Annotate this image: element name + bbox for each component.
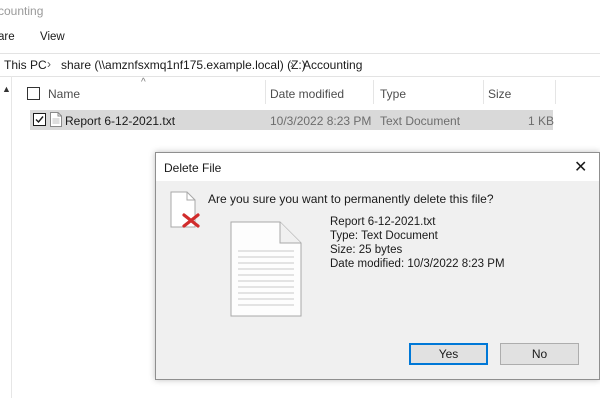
dialog-title-bar[interactable]: Delete File ✕ <box>156 153 599 181</box>
column-header-name[interactable]: Name <box>48 87 80 101</box>
dialog-file-size: Size: 25 bytes <box>330 244 403 256</box>
file-date-modified: 10/3/2022 8:23 PM <box>270 114 372 128</box>
address-bar[interactable]: This PC › share (\\amznfsxmq1nf175.examp… <box>0 53 600 77</box>
navigation-pane[interactable] <box>0 76 12 398</box>
ribbon-tab-view[interactable]: View <box>40 31 65 43</box>
column-divider[interactable] <box>373 80 374 104</box>
yes-button[interactable]: Yes <box>409 343 488 365</box>
column-header-size[interactable]: Size <box>488 87 511 101</box>
file-type: Text Document <box>380 114 461 128</box>
breadcrumb-this-pc[interactable]: This PC <box>4 58 47 72</box>
breadcrumb-accounting[interactable]: Accounting <box>303 58 362 72</box>
column-divider[interactable] <box>555 80 556 104</box>
sort-ascending-icon: ^ <box>141 77 146 88</box>
column-header-date[interactable]: Date modified <box>270 87 344 101</box>
delete-file-dialog: Delete File ✕ Are you sure you want to p… <box>155 152 600 380</box>
ribbon: are View <box>0 24 600 48</box>
scroll-up-icon[interactable]: ▲ <box>2 84 11 94</box>
column-divider[interactable] <box>265 80 266 104</box>
dialog-file-name: Report 6-12-2021.txt <box>330 216 436 228</box>
breadcrumb-chevron-icon[interactable]: › <box>47 57 51 71</box>
select-all-checkbox[interactable] <box>27 87 40 100</box>
text-file-icon <box>50 112 62 130</box>
dialog-file-date: Date modified: 10/3/2022 8:23 PM <box>330 258 505 270</box>
column-header-type[interactable]: Type <box>380 87 406 101</box>
breadcrumb-share[interactable]: share (\\amznfsxmq1nf175.example.local) … <box>61 58 306 72</box>
window-title: counting <box>0 4 44 18</box>
close-icon[interactable]: ✕ <box>574 157 587 177</box>
no-button[interactable]: No <box>500 343 579 365</box>
ribbon-tab-share[interactable]: are <box>0 31 15 43</box>
dialog-message: Are you sure you want to permanently del… <box>208 192 494 206</box>
column-header-row: Name ^ Date modified Type Size <box>11 77 556 106</box>
dialog-title: Delete File <box>164 161 222 175</box>
row-checkbox[interactable] <box>33 113 46 126</box>
column-divider[interactable] <box>483 80 484 104</box>
file-name[interactable]: Report 6-12-2021.txt <box>65 114 175 128</box>
file-row[interactable]: Report 6-12-2021.txt 10/3/2022 8:23 PM T… <box>30 110 555 130</box>
checkmark-icon <box>35 116 44 124</box>
breadcrumb-chevron-icon[interactable]: › <box>290 57 294 71</box>
file-size: 1 KB <box>528 114 555 128</box>
text-document-icon <box>230 221 302 320</box>
delete-file-icon <box>170 191 202 232</box>
dialog-file-type: Type: Text Document <box>330 230 438 242</box>
